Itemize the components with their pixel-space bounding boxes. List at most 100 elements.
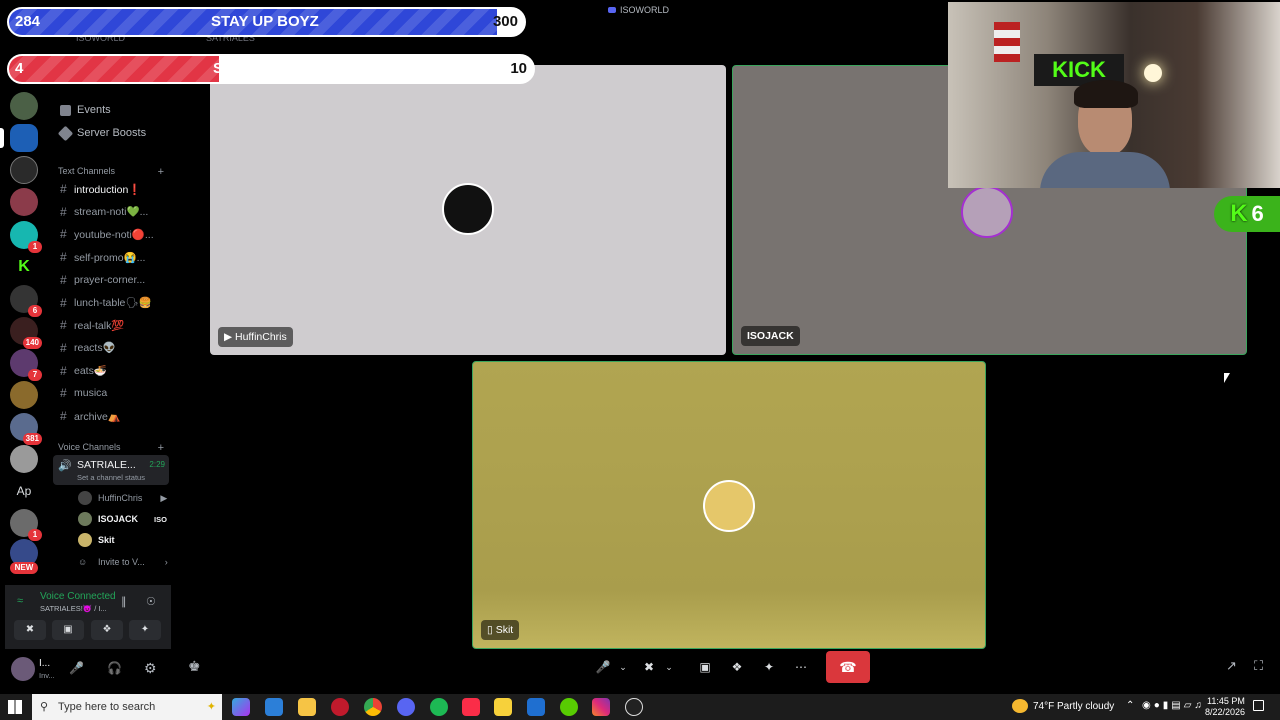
hash-icon: # (60, 295, 67, 310)
text-channel-item[interactable]: # real-talk💯 (60, 316, 168, 334)
taskbar-search[interactable]: ⚲ Type here to search ✦ (32, 694, 222, 720)
mobile-icon: ▯ (487, 624, 496, 636)
signal-icon[interactable]: ≈ (17, 595, 23, 607)
channel-name: introduction❗ (74, 183, 142, 196)
spotify-icon[interactable] (430, 698, 448, 716)
video-tile-huffinchris[interactable]: ▶ HuffinChris (210, 65, 726, 355)
chevron-down-icon[interactable]: ⌄ (663, 655, 675, 679)
server-icon[interactable] (10, 445, 38, 473)
server-icon[interactable]: Ap (10, 477, 38, 505)
soundboard-button[interactable]: ✦ (129, 620, 161, 640)
fullscreen-icon[interactable]: ⛶ (1254, 658, 1263, 674)
camera-off-button[interactable]: ✖ (14, 620, 46, 640)
text-channel-item[interactable]: # reacts👽 (60, 339, 168, 357)
apple-music-icon[interactable] (462, 698, 480, 716)
file-explorer-icon[interactable] (298, 698, 316, 716)
clock-date[interactable]: 8/22/2026 (1205, 707, 1245, 717)
chevron-down-icon[interactable]: ⌄ (617, 655, 629, 679)
server-icon[interactable]: 140 (10, 317, 42, 349)
weather-icon[interactable] (1012, 699, 1028, 713)
kick-server-icon[interactable]: K (10, 253, 38, 281)
discord-icon[interactable] (397, 698, 415, 716)
avatar (703, 480, 755, 532)
hang-up-button[interactable]: ☎ (826, 651, 870, 683)
add-channel-icon[interactable]: + (158, 442, 164, 454)
chrome-icon[interactable] (364, 698, 382, 716)
server-icon[interactable] (10, 156, 38, 184)
text-channels-category[interactable]: Text Channels + (58, 166, 164, 178)
tray-chevron-icon[interactable]: ⌃ (1126, 700, 1134, 711)
voice-channels-category[interactable]: Voice Channels + (58, 442, 164, 454)
unread-badge: 7 (28, 369, 42, 381)
tile-label: ISOJACK (741, 326, 800, 346)
microphone-icon[interactable]: 🎤 (593, 655, 613, 679)
server-icon[interactable]: 6 (10, 285, 42, 317)
channel-name: self-promo😭... (74, 251, 146, 264)
tile-label: ▯ Skit (481, 620, 520, 640)
copilot-icon[interactable] (232, 698, 250, 716)
server-icon[interactable]: 1 (10, 221, 42, 253)
microphone-icon[interactable]: 🎤 (69, 661, 84, 675)
server-icon[interactable]: 7 (10, 349, 42, 381)
screen-share-button[interactable]: ▣ (52, 620, 84, 640)
opera-gx-icon[interactable] (331, 698, 349, 716)
clock-time[interactable]: 11:45 PM (1207, 696, 1245, 706)
obs-icon[interactable] (625, 698, 643, 716)
tray-icons[interactable]: ◉●▮▤▱♫ (1142, 700, 1205, 711)
user-avatar[interactable] (11, 657, 35, 681)
add-channel-icon[interactable]: + (158, 166, 164, 178)
store-icon[interactable] (265, 698, 283, 716)
text-channel-item[interactable]: # self-promo😭... (60, 248, 168, 266)
text-channel-item[interactable]: # prayer-corner... (60, 271, 168, 289)
disconnect-icon[interactable]: ☉ (146, 595, 156, 608)
server-icon[interactable] (10, 92, 38, 120)
camera-off-icon[interactable]: ✖ (639, 655, 659, 679)
text-channel-item[interactable]: # archive⛺ (60, 407, 168, 425)
popout-icon[interactable]: ↗ (1226, 658, 1237, 674)
headphones-icon[interactable]: 🎧 (107, 661, 122, 675)
text-channel-item[interactable]: # lunch-table🗣🍔 (60, 294, 168, 312)
server-icon[interactable] (10, 381, 38, 409)
duolingo-icon[interactable] (560, 698, 578, 716)
text-channel-item[interactable]: # stream-noti💚... (60, 203, 168, 221)
mail-icon[interactable] (527, 698, 545, 716)
invite-to-voice[interactable]: ☺ Invite to V... › (78, 553, 168, 571)
selected-pill (0, 128, 4, 148)
screen-share-icon[interactable]: ▣ (695, 655, 715, 679)
activities-icon[interactable]: ❖ (727, 655, 747, 679)
video-tile-skit[interactable]: ▯ Skit (472, 361, 986, 649)
channel-name: youtube-noti🔴... (74, 228, 154, 241)
windows-start-icon[interactable] (8, 700, 22, 714)
server-boosts-item[interactable]: Server Boosts (57, 125, 146, 141)
text-channel-item[interactable]: # introduction❗ (60, 180, 168, 198)
voice-channel-satriales[interactable]: 🔊 SATRIALE... 2:29 Set a channel status (53, 455, 169, 485)
sticky-notes-icon[interactable] (494, 698, 512, 716)
voice-member[interactable]: Skit (78, 531, 115, 549)
channel-name: lunch-table🗣🍔 (74, 297, 152, 309)
instagram-icon[interactable] (592, 698, 610, 716)
voice-member[interactable]: HuffinChris ▶ (78, 489, 167, 507)
add-user-icon: ☺ (78, 557, 88, 567)
more-options-icon[interactable]: ⋯ (791, 655, 811, 679)
avatar (78, 491, 92, 505)
server-icon[interactable] (10, 188, 38, 216)
text-channel-item[interactable]: # eats🍜 (60, 362, 168, 380)
text-channel-item[interactable]: # youtube-noti🔴... (60, 225, 168, 243)
text-channel-item[interactable]: # musica (60, 384, 168, 402)
server-icon[interactable]: 381 (10, 413, 42, 445)
server-icon[interactable]: 1 (10, 509, 42, 541)
hash-icon: # (60, 386, 67, 401)
goal-bar-subscribers: 4 SUBSCRIBERS 10 (7, 54, 535, 84)
server-icon[interactable] (0, 124, 38, 152)
activity-launcher-icon[interactable]: ♚ (188, 658, 201, 675)
gear-icon[interactable]: ⚙ (144, 660, 157, 677)
channel-status[interactable]: Set a channel status (77, 473, 145, 482)
notification-icon[interactable] (1253, 700, 1264, 711)
activities-button[interactable]: ❖ (91, 620, 123, 640)
noise-suppression-icon[interactable]: ∥ (121, 595, 127, 608)
events-item[interactable]: Events (60, 104, 111, 116)
soundboard-icon[interactable]: ✦ (759, 655, 779, 679)
voice-member[interactable]: ISOJACK ISO (78, 510, 167, 528)
streamer-hair (1074, 80, 1138, 108)
weather-text[interactable]: 74°F Partly cloudy (1033, 701, 1114, 712)
